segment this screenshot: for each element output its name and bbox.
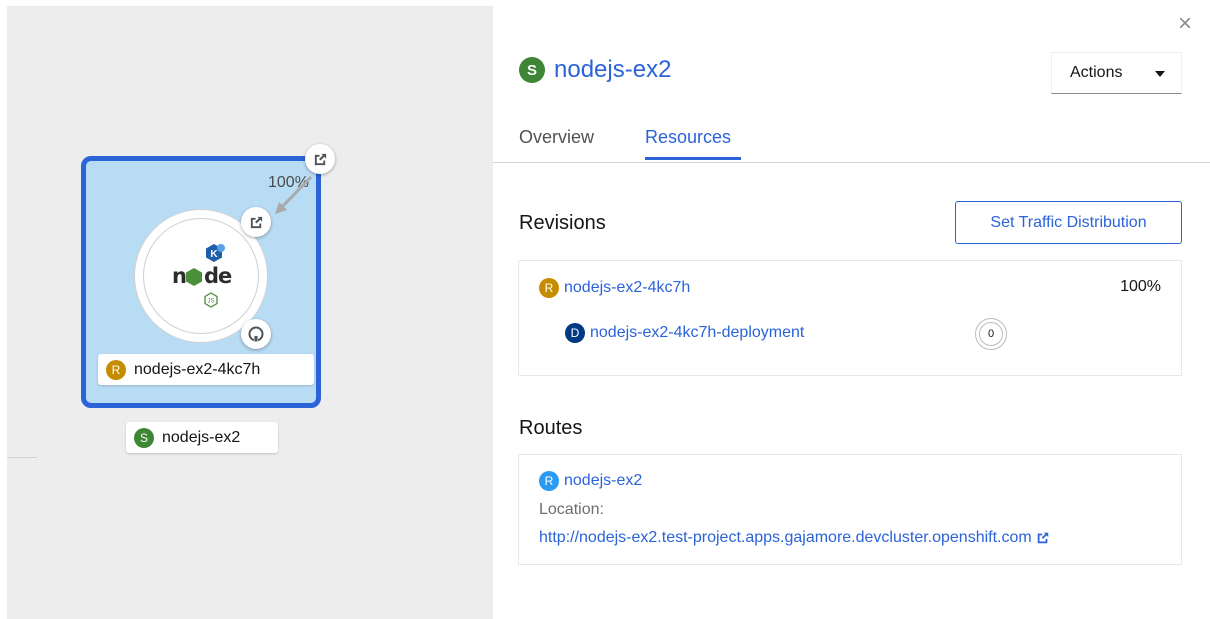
pod-count-ring: 0 bbox=[975, 318, 1007, 350]
revision-link[interactable]: nodejs-ex2-4kc7h bbox=[564, 279, 690, 297]
revision-badge-icon: R bbox=[106, 359, 126, 380]
revision-node-inner: K n de JS bbox=[143, 218, 259, 334]
deployment-row: D nodejs-ex2-4kc7h-deployment bbox=[565, 323, 804, 343]
revision-route-link[interactable] bbox=[241, 207, 271, 237]
nodejs-logo-icon: n de bbox=[172, 265, 233, 287]
side-panel: × S nodejs-ex2 Actions Overview Resource… bbox=[493, 0, 1210, 619]
panel-title: S nodejs-ex2 bbox=[519, 56, 671, 84]
svg-text:de: de bbox=[204, 265, 232, 287]
service-group-name: nodejs-ex2 bbox=[162, 428, 241, 446]
deployment-link[interactable]: nodejs-ex2-4kc7h-deployment bbox=[590, 324, 804, 342]
revision-badge-icon: R bbox=[539, 278, 559, 298]
active-tab-indicator bbox=[645, 157, 741, 160]
route-badge-icon: R bbox=[539, 471, 559, 491]
external-link-icon bbox=[314, 153, 326, 165]
external-link-icon[interactable] bbox=[1036, 531, 1050, 545]
topology-canvas[interactable]: 100% K n de JS R nodejs-ex2-4kc7h S node… bbox=[7, 6, 493, 619]
revision-node-name: nodejs-ex2-4kc7h bbox=[134, 360, 261, 378]
actions-label: Actions bbox=[1070, 64, 1123, 81]
service-route-link[interactable] bbox=[305, 144, 335, 174]
github-icon bbox=[248, 326, 264, 342]
svg-text:n: n bbox=[172, 265, 186, 287]
set-traffic-distribution-button[interactable]: Set Traffic Distribution bbox=[955, 201, 1182, 244]
location-label: Location: bbox=[539, 501, 604, 518]
service-badge-icon: S bbox=[134, 427, 154, 448]
external-link-icon bbox=[250, 216, 262, 228]
location-url-link[interactable]: http://nodejs-ex2.test-project.apps.gaja… bbox=[539, 529, 1032, 547]
deployment-badge-icon: D bbox=[565, 323, 585, 343]
caret-down-icon bbox=[1155, 71, 1165, 77]
routes-heading: Routes bbox=[519, 417, 583, 439]
close-icon[interactable]: × bbox=[1173, 12, 1197, 36]
js-hexagon-icon: JS bbox=[204, 292, 218, 308]
knative-icon: K bbox=[206, 244, 225, 262]
panel-title-name: nodejs-ex2 bbox=[554, 56, 672, 83]
canvas-divider bbox=[7, 457, 37, 458]
tab-resources[interactable]: Resources bbox=[645, 127, 731, 148]
source-code-link[interactable] bbox=[241, 319, 271, 349]
routes-card: R nodejs-ex2 Location: http://nodejs-ex2… bbox=[518, 454, 1182, 565]
revision-node-label[interactable]: R nodejs-ex2-4kc7h bbox=[98, 354, 314, 385]
location-url-row: http://nodejs-ex2.test-project.apps.gaja… bbox=[539, 529, 1050, 547]
service-group-label[interactable]: S nodejs-ex2 bbox=[126, 422, 278, 453]
route-row: R nodejs-ex2 bbox=[539, 471, 642, 491]
service-badge-icon: S bbox=[519, 57, 545, 83]
revisions-heading: Revisions bbox=[519, 212, 606, 234]
actions-dropdown[interactable]: Actions bbox=[1051, 52, 1182, 94]
tab-overview[interactable]: Overview bbox=[519, 127, 594, 148]
svg-text:K: K bbox=[210, 249, 218, 260]
revision-row: R nodejs-ex2-4kc7h bbox=[539, 278, 690, 298]
panel-tabs: Overview Resources bbox=[493, 114, 1210, 163]
pod-count: 0 bbox=[979, 322, 1003, 346]
svg-text:JS: JS bbox=[207, 299, 214, 305]
revision-traffic-percent: 100% bbox=[1120, 278, 1161, 295]
route-link[interactable]: nodejs-ex2 bbox=[564, 472, 642, 490]
revisions-card: R nodejs-ex2-4kc7h 100% D nodejs-ex2-4kc… bbox=[518, 260, 1182, 376]
traffic-arrow bbox=[275, 175, 313, 214]
